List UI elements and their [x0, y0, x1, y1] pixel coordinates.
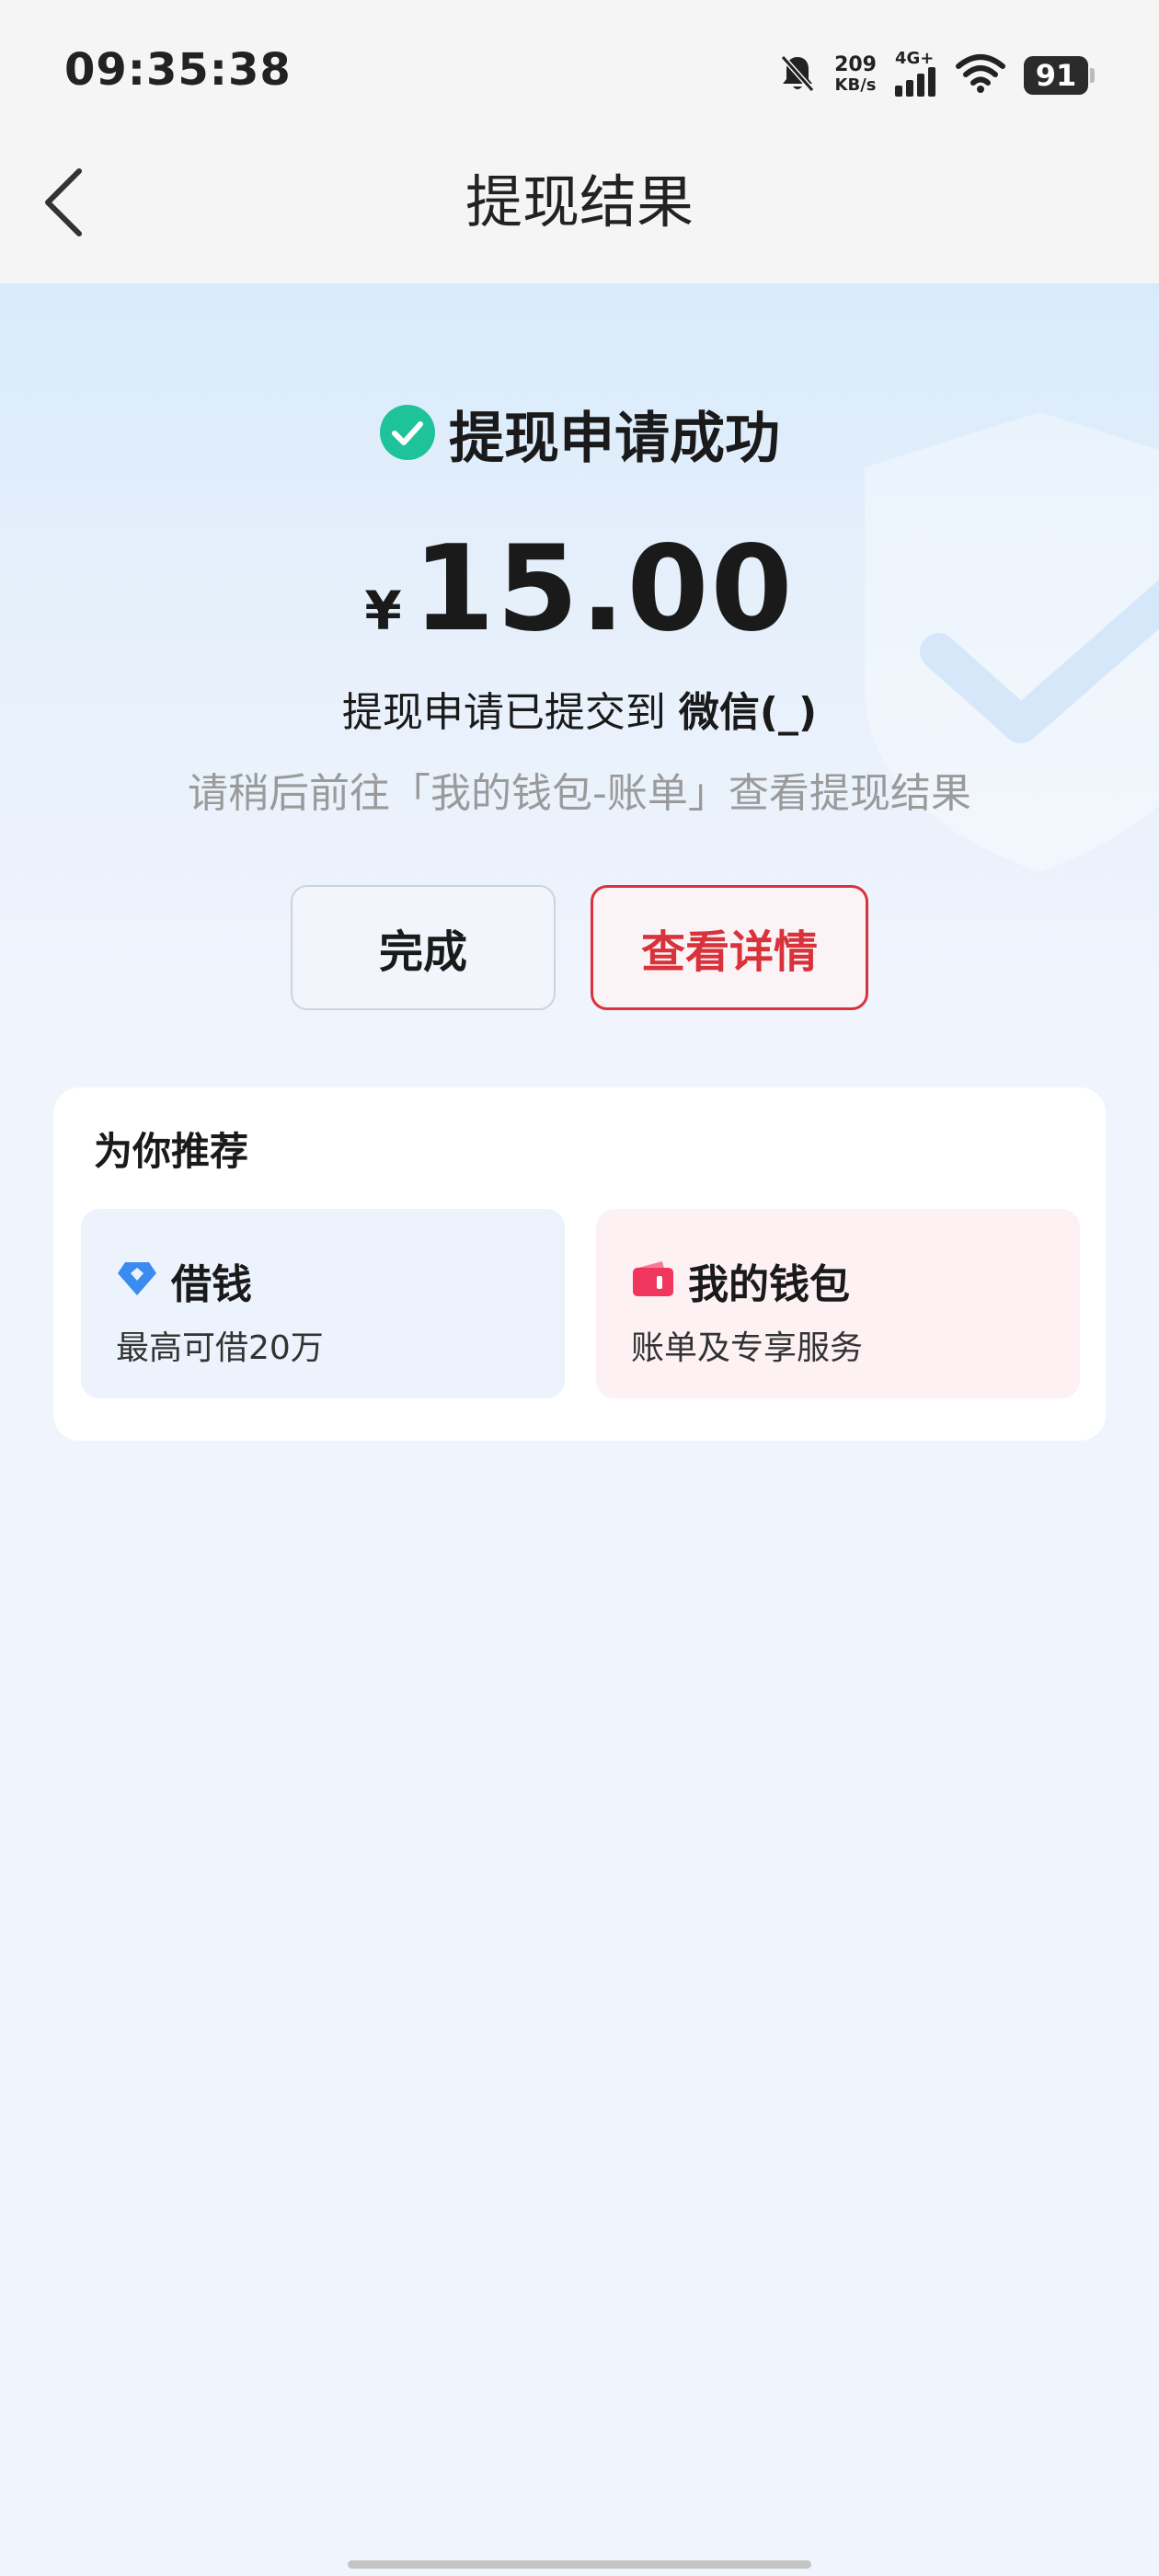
success-title: 提现申请成功 — [449, 407, 780, 471]
submit-prefix: 提现申请已提交到 — [341, 689, 679, 736]
net-speed-value: 209 — [834, 53, 877, 76]
success-header: 提现申请成功 — [0, 394, 1159, 474]
net-speed-unit: KB/s — [834, 75, 877, 95]
recommend-title: 为你推荐 — [94, 1129, 249, 1174]
submit-target: 微信(_) — [678, 689, 818, 736]
battery-level: 91 — [1024, 56, 1088, 95]
back-button[interactable] — [37, 166, 92, 239]
submit-info: 提现申请已提交到 微信(_) — [0, 679, 1159, 738]
diamond-icon — [116, 1260, 158, 1301]
wallet-icon — [631, 1259, 675, 1302]
recommend-item-subtitle: 最高可借20万 — [116, 1329, 324, 1367]
signal-bars-icon — [895, 67, 937, 100]
withdraw-amount: 15.00 — [412, 521, 795, 658]
recommend-card: 为你推荐 借钱 最高可借20万 我的钱包 账单及专享服务 — [53, 1087, 1106, 1441]
recommend-item-title: 我的钱包 — [688, 1261, 850, 1308]
chevron-left-icon — [37, 168, 92, 243]
home-indicator[interactable] — [348, 2560, 811, 2569]
recommend-item-wallet[interactable]: 我的钱包 账单及专享服务 — [596, 1209, 1080, 1398]
page-title: 提现结果 — [465, 168, 694, 236]
net-speed: 209 KB/s — [834, 55, 877, 96]
check-circle-icon — [379, 404, 436, 465]
status-time: 09:35:38 — [64, 44, 292, 96]
result-section: 提现申请成功 ¥ 15.00 提现申请已提交到 微信(_) 请稍后前往「我的钱包… — [0, 283, 1159, 1019]
done-button[interactable]: 完成 — [291, 885, 556, 1010]
view-details-button[interactable]: 查看详情 — [591, 885, 868, 1010]
recommend-item-head: 我的钱包 — [631, 1251, 850, 1310]
battery-tip — [1090, 68, 1095, 83]
signal-label: 4G+ — [895, 49, 935, 68]
recommend-item-subtitle: 账单及专享服务 — [631, 1329, 864, 1367]
amount-display: ¥ 15.00 — [0, 521, 1159, 658]
mute-bell-icon — [779, 53, 816, 98]
result-hint: 请稍后前往「我的钱包-账单」查看提现结果 — [188, 770, 971, 817]
top-bar: 09:35:38 209 KB/s 4G+ 91 提现结果 — [0, 0, 1159, 283]
recommend-item-head: 借钱 — [116, 1251, 252, 1310]
cellular-signal: 4G+ — [895, 51, 937, 100]
wifi-icon — [956, 53, 1005, 98]
battery-indicator: 91 — [1024, 56, 1095, 95]
currency-symbol: ¥ — [364, 580, 402, 642]
status-icons: 209 KB/s 4G+ 91 — [779, 48, 1095, 103]
recommend-item-loan[interactable]: 借钱 最高可借20万 — [81, 1209, 565, 1398]
recommend-item-title: 借钱 — [171, 1261, 252, 1308]
